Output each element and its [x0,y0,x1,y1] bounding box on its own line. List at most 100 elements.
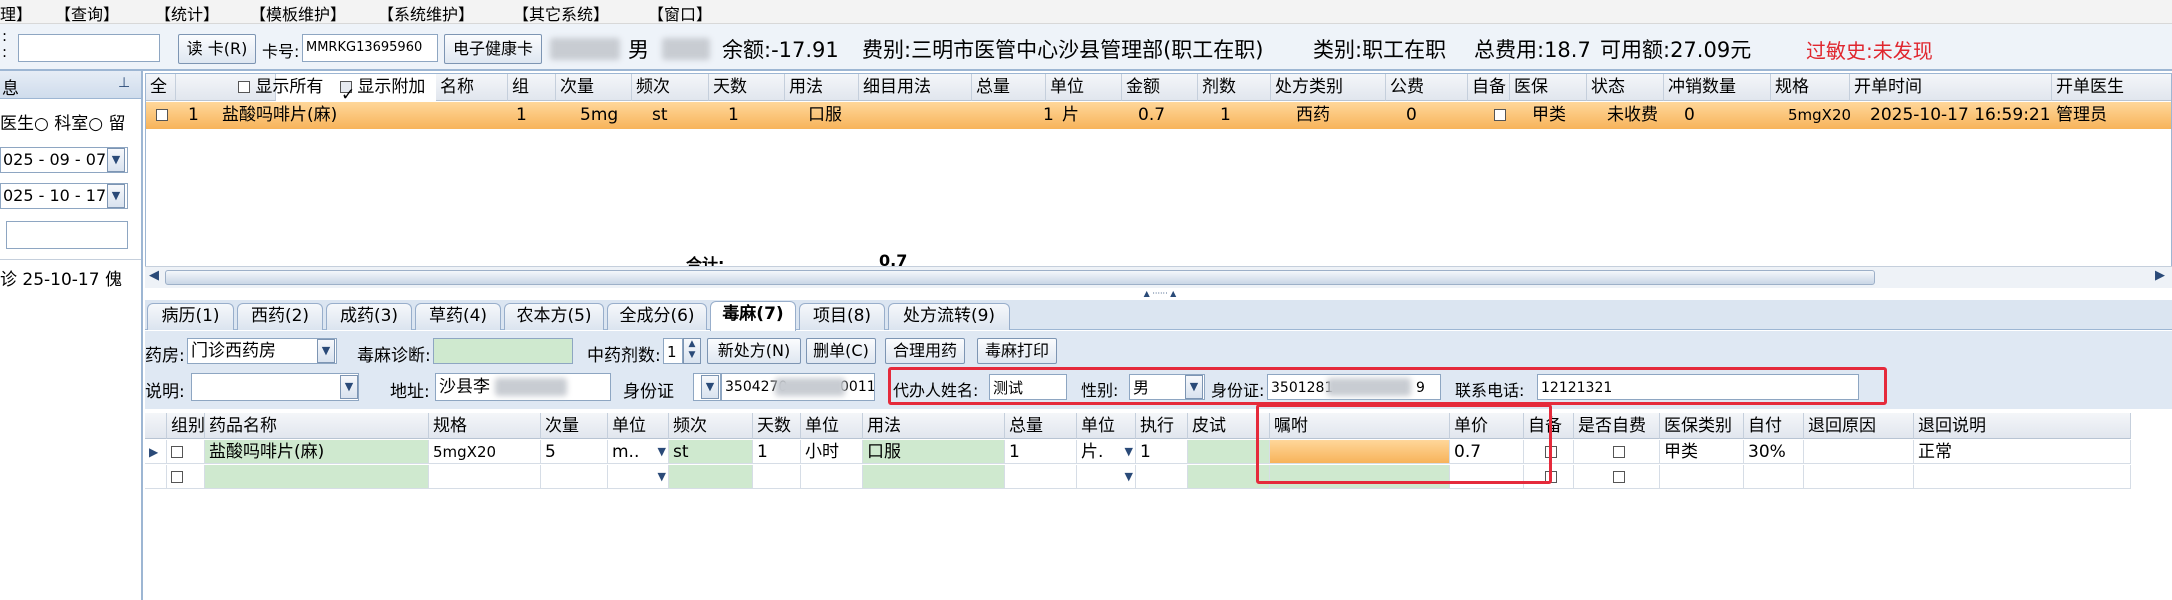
narcotic-form: 药房: 门诊西药房 ▼ 毒麻诊断: 中药剂数: 1 ▲ ▼ 新处方(N) 删单(C… [145,331,2172,409]
menu-manage[interactable]: 理】 [0,1,32,25]
row-dose[interactable] [541,465,608,489]
tab-narcotics[interactable]: 毒麻(7) [710,301,796,331]
row-usage: 口服 [808,105,842,125]
row-frequency[interactable] [669,465,753,489]
row-insurance-type: 甲类 [1660,440,1744,464]
new-prescription-button[interactable]: 新处方(N) [707,338,801,364]
row-day-unit[interactable]: 小时 [801,440,863,464]
col-insurance: 医保 [1510,74,1587,101]
row-checkbox[interactable] [152,102,168,129]
pin-icon[interactable]: ⊥ [118,75,130,91]
row-total: 1 [1043,105,1054,125]
redacted-age [662,38,710,60]
col-frequency: 频次 [632,74,709,101]
row-pointer-icon: ▶ [145,440,167,464]
doctor-filter-radios[interactable]: 医生○ 科室○ 留 [0,109,125,134]
menu-system[interactable]: 【系统维护】 [378,1,474,25]
pharmacy-select[interactable]: 门诊西药房 [187,338,337,364]
row-days[interactable]: 1 [753,440,801,464]
row-exec[interactable] [1136,465,1188,489]
tab-patent-medicine[interactable]: 成药(3) [326,303,412,330]
tab-all-ingredients[interactable]: 全成分(6) [607,303,707,330]
row-day-unit[interactable] [801,465,863,489]
row-self-checkbox[interactable] [1490,102,1506,129]
diagnosis-input[interactable] [433,338,573,364]
row-self-pay-checkbox[interactable] [1574,465,1660,489]
menu-window[interactable]: 【窗口】 [648,1,712,25]
horizontal-scrollbar[interactable]: ◀ ▶ [145,266,2172,288]
scroll-left-icon[interactable]: ◀ [149,268,159,283]
chevron-down-icon[interactable]: ▼ [340,375,358,399]
row-exec[interactable]: 1 [1136,440,1188,464]
row-self-pay-checkbox[interactable] [1574,440,1660,464]
menu-query[interactable]: 【查询】 [55,1,119,25]
row-total-unit[interactable]: ▼ [1077,465,1136,489]
fee-type-text: 费别:三明市医管中心沙县管理部(职工在职) [862,38,1264,62]
row-spec [429,465,541,489]
card-number-field[interactable]: MMRKG13695960 [302,34,438,62]
row-total[interactable]: 1 [1005,440,1077,464]
note-select[interactable] [191,373,359,401]
row-time: 2025-10-17 16:59:21 [1870,105,2051,125]
row-total-unit[interactable]: 片. ▼ [1077,440,1136,464]
herb-count-input[interactable]: 1 [663,338,683,364]
row-status: 未收费 [1607,105,1658,125]
row-usage[interactable] [863,465,1005,489]
row-usage[interactable]: 口服 [863,440,1005,464]
separator-glyph: :: [2,27,8,61]
row-copay: 30% [1744,440,1804,464]
row-dose[interactable]: 5 [541,440,608,464]
row-frequency[interactable]: st [669,440,753,464]
row-offset: 0 [1684,105,1695,125]
rational-drug-button[interactable]: 合理用药 [885,338,965,364]
stepper-icon[interactable]: ▲ ▼ [683,338,701,364]
col-rx-type: 处方类别 [1271,74,1386,101]
row-days[interactable] [753,465,801,489]
splitter-handle[interactable]: ▲ ······ ▲ [1110,290,1210,298]
col-offset: 冲销数量 [1664,74,1771,101]
row-doctor: 管理员 [2056,105,2107,125]
read-card-button[interactable]: 读 卡(R) [178,34,256,64]
left-search-input[interactable] [6,221,128,249]
row-dose-unit[interactable]: m.. ▼ [608,440,669,464]
tab-herbal-medicine[interactable]: 草药(4) [415,303,501,330]
col-select-all[interactable]: 全 [146,74,176,101]
visit-record-item[interactable]: 诊 25-10-17 傀 [0,265,122,290]
col-dose-unit: 单位 [608,413,669,439]
scrollbar-thumb[interactable] [165,270,1875,285]
delete-prescription-button[interactable]: 删单(C) [806,338,876,364]
chevron-down-icon[interactable]: ▼ [317,339,335,363]
search-input[interactable] [18,34,160,62]
menu-stats[interactable]: 【统计】 [155,1,219,25]
address-label: 地址: [390,382,430,402]
menu-other-systems[interactable]: 【其它系统】 [513,1,609,25]
col-spec: 规格 [429,413,541,439]
col-self: 自备 [1468,74,1510,101]
row-total[interactable] [1005,465,1077,489]
chevron-down-icon[interactable]: ▼ [701,375,719,399]
row-group-checkbox[interactable] [167,465,205,489]
show-all-toggle[interactable]: 显示所有 [234,74,331,101]
row-group-checkbox[interactable] [167,440,205,464]
row-drug-name[interactable] [205,465,429,489]
row-drug-name[interactable]: 盐酸吗啡片(麻) [205,440,429,464]
menu-template[interactable]: 【模板维护】 [250,1,346,25]
tab-prescription-transfer[interactable]: 处方流转(9) [888,303,1010,330]
health-card-button[interactable]: 电子健康卡 [444,34,542,64]
tab-items[interactable]: 项目(8) [799,303,885,330]
chevron-down-icon[interactable]: ▼ [107,148,125,172]
narcotic-print-button[interactable]: 毒麻打印 [977,338,1057,364]
scroll-right-icon[interactable]: ▶ [2155,268,2165,283]
row-return-reason [1804,440,1914,464]
row-dose-unit[interactable]: ▼ [608,465,669,489]
tab-western-medicine[interactable]: 西药(2) [237,303,323,330]
chevron-down-icon[interactable]: ▼ [107,184,125,208]
divider [0,259,141,260]
tab-medical-record[interactable]: 病历(1) [147,303,234,330]
row-return-note: 正常 [1914,440,2131,464]
col-exec: 执行 [1136,413,1188,439]
pharmacy-label: 药房: [145,346,185,366]
show-extra-toggle[interactable]: ✓ 显示附加 [336,74,436,101]
tab-farm-formula[interactable]: 农本方(5) [504,303,604,330]
row-spec: 5mgX20 [429,440,541,464]
